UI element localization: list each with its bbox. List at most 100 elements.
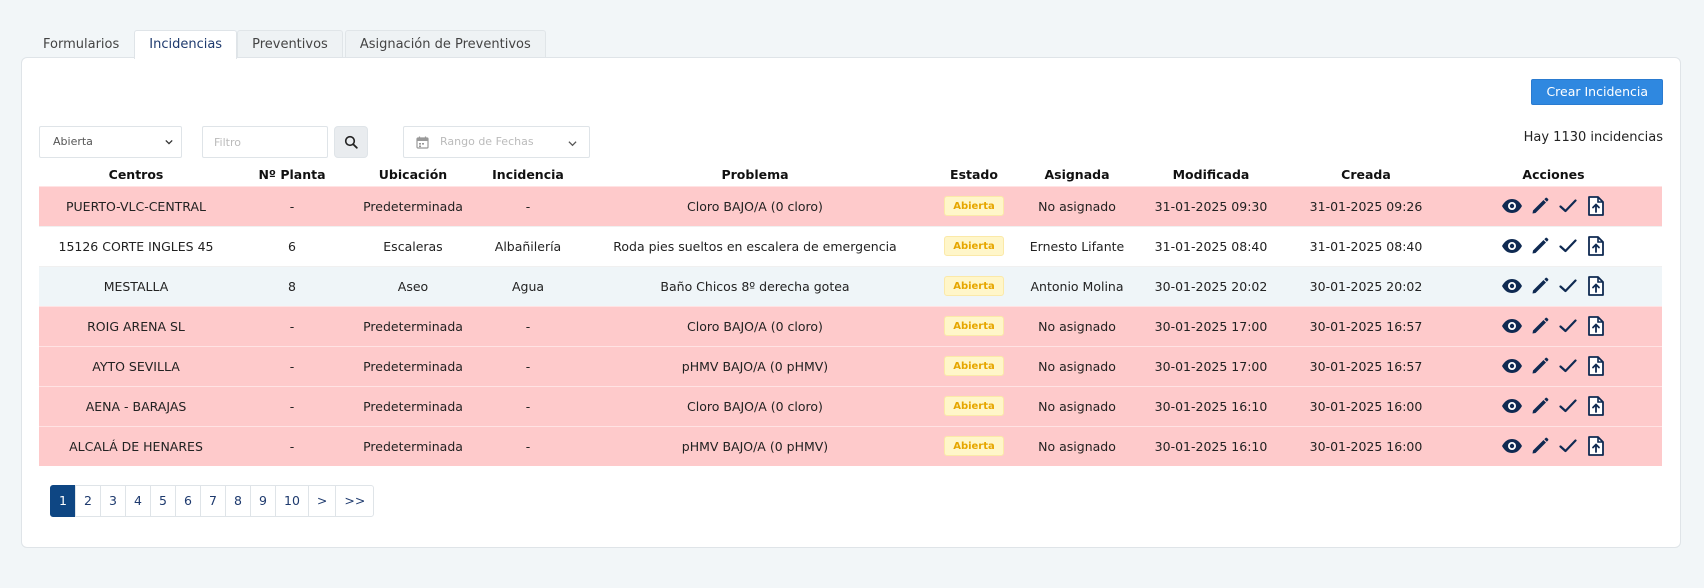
page-button[interactable]: 4 bbox=[125, 485, 151, 517]
tab-preventivos[interactable]: Preventivos bbox=[237, 30, 343, 58]
table-row[interactable]: ROIG ARENA SL - Predeterminada - Cloro B… bbox=[39, 305, 1662, 346]
cell-asignada: No asignado bbox=[1019, 345, 1135, 386]
cell-ubicacion: Escaleras bbox=[351, 225, 475, 266]
cell-estado: Abierta bbox=[929, 345, 1019, 386]
resolve-button[interactable] bbox=[1556, 355, 1579, 377]
resolve-button[interactable] bbox=[1556, 195, 1579, 217]
cell-centro: 15126 CORTE INGLES 45 bbox=[39, 225, 233, 266]
cell-planta: 8 bbox=[233, 265, 351, 306]
cell-problema: Roda pies sueltos en escalera de emergen… bbox=[581, 225, 929, 266]
view-button[interactable] bbox=[1500, 435, 1523, 457]
cell-centro: ALCALÁ DE HENARES bbox=[39, 425, 233, 466]
page-button[interactable]: 6 bbox=[175, 485, 201, 517]
column-header[interactable]: Asignada bbox=[1019, 166, 1135, 186]
upload-file-button[interactable] bbox=[1584, 275, 1607, 297]
column-header[interactable]: Nº Planta bbox=[233, 166, 351, 186]
edit-button[interactable] bbox=[1528, 195, 1551, 217]
resolve-button[interactable] bbox=[1556, 315, 1579, 337]
resolve-button[interactable] bbox=[1556, 275, 1579, 297]
column-header[interactable]: Estado bbox=[929, 166, 1019, 186]
edit-button[interactable] bbox=[1528, 355, 1551, 377]
cell-acciones bbox=[1445, 305, 1662, 346]
upload-file-button[interactable] bbox=[1584, 315, 1607, 337]
status-badge: Abierta bbox=[944, 356, 1004, 376]
file-upload-icon bbox=[1587, 196, 1604, 216]
row-actions bbox=[1500, 235, 1607, 257]
upload-file-button[interactable] bbox=[1584, 195, 1607, 217]
page-button[interactable]: 2 bbox=[75, 485, 101, 517]
check-icon bbox=[1558, 319, 1577, 333]
cell-creada: 30-01-2025 16:00 bbox=[1287, 425, 1445, 466]
check-icon bbox=[1558, 239, 1577, 253]
table-row[interactable]: AYTO SEVILLA - Predeterminada - pHMV BAJ… bbox=[39, 345, 1662, 386]
column-header[interactable]: Modificada bbox=[1135, 166, 1287, 186]
resolve-button[interactable] bbox=[1556, 235, 1579, 257]
cell-estado: Abierta bbox=[929, 185, 1019, 226]
incident-count: Hay 1130 incidencias bbox=[1523, 130, 1663, 145]
edit-button[interactable] bbox=[1528, 235, 1551, 257]
view-button[interactable] bbox=[1500, 275, 1523, 297]
row-actions bbox=[1500, 315, 1607, 337]
tab-incidencias[interactable]: Incidencias bbox=[134, 30, 238, 59]
date-range-picker[interactable]: Rango de Fechas bbox=[403, 126, 590, 158]
edit-button[interactable] bbox=[1528, 435, 1551, 457]
page-button[interactable]: 1 bbox=[50, 485, 76, 517]
upload-file-button[interactable] bbox=[1584, 435, 1607, 457]
column-header[interactable]: Problema bbox=[581, 166, 929, 186]
edit-button[interactable] bbox=[1528, 395, 1551, 417]
row-actions bbox=[1500, 195, 1607, 217]
cell-estado: Abierta bbox=[929, 265, 1019, 306]
page-button[interactable]: 10 bbox=[275, 485, 309, 517]
column-header[interactable]: Centros bbox=[39, 166, 233, 186]
filter-input[interactable] bbox=[202, 126, 328, 158]
eye-icon bbox=[1501, 439, 1522, 454]
status-badge: Abierta bbox=[944, 276, 1004, 296]
tab-formularios[interactable]: Formularios bbox=[28, 30, 134, 58]
cell-modificada: 30-01-2025 17:00 bbox=[1135, 305, 1287, 346]
cell-incidencia: - bbox=[475, 345, 581, 386]
cell-creada: 31-01-2025 08:40 bbox=[1287, 225, 1445, 266]
view-button[interactable] bbox=[1500, 395, 1523, 417]
column-header[interactable]: Creada bbox=[1287, 166, 1445, 186]
table-header-row: Centros Nº Planta Ubicación Incidencia P… bbox=[39, 166, 1662, 186]
edit-button[interactable] bbox=[1528, 275, 1551, 297]
page-button[interactable]: 5 bbox=[150, 485, 176, 517]
column-header[interactable]: Incidencia bbox=[475, 166, 581, 186]
page-button[interactable]: 9 bbox=[250, 485, 276, 517]
table-row[interactable]: ALCALÁ DE HENARES - Predeterminada - pHM… bbox=[39, 425, 1662, 466]
view-button[interactable] bbox=[1500, 315, 1523, 337]
check-icon bbox=[1558, 199, 1577, 213]
view-button[interactable] bbox=[1500, 235, 1523, 257]
tab-asignacion-preventivos[interactable]: Asignación de Preventivos bbox=[344, 30, 546, 58]
cell-problema: Cloro BAJO/A (0 cloro) bbox=[581, 185, 929, 226]
cell-creada: 31-01-2025 09:26 bbox=[1287, 185, 1445, 226]
view-button[interactable] bbox=[1500, 355, 1523, 377]
table-row[interactable]: MESTALLA 8 Aseo Agua Baño Chicos 8º dere… bbox=[39, 265, 1662, 306]
tab-bar: Formularios Incidencias Preventivos Asig… bbox=[28, 30, 546, 59]
cell-planta: 6 bbox=[233, 225, 351, 266]
view-button[interactable] bbox=[1500, 195, 1523, 217]
upload-file-button[interactable] bbox=[1584, 235, 1607, 257]
column-header[interactable]: Ubicación bbox=[351, 166, 475, 186]
row-actions bbox=[1500, 275, 1607, 297]
create-incidencia-button[interactable]: Crear Incidencia bbox=[1531, 79, 1663, 105]
cell-incidencia: Agua bbox=[475, 265, 581, 306]
edit-button[interactable] bbox=[1528, 315, 1551, 337]
next-page-button[interactable]: > bbox=[307, 485, 337, 517]
search-button[interactable] bbox=[334, 126, 368, 158]
page-button[interactable]: 7 bbox=[200, 485, 226, 517]
upload-file-button[interactable] bbox=[1584, 355, 1607, 377]
resolve-button[interactable] bbox=[1556, 435, 1579, 457]
cell-incidencia: - bbox=[475, 305, 581, 346]
upload-file-button[interactable] bbox=[1584, 395, 1607, 417]
page-button[interactable]: 3 bbox=[100, 485, 126, 517]
status-select[interactable]: Abierta bbox=[39, 126, 182, 158]
page-button[interactable]: 8 bbox=[225, 485, 251, 517]
pencil-icon bbox=[1532, 277, 1548, 294]
table-row[interactable]: 15126 CORTE INGLES 45 6 Escaleras Albañi… bbox=[39, 225, 1662, 266]
cell-modificada: 31-01-2025 09:30 bbox=[1135, 185, 1287, 226]
last-page-button[interactable]: >> bbox=[335, 485, 375, 517]
table-row[interactable]: AENA - BARAJAS - Predeterminada - Cloro … bbox=[39, 385, 1662, 426]
resolve-button[interactable] bbox=[1556, 395, 1579, 417]
table-row[interactable]: PUERTO-VLC-CENTRAL - Predeterminada - Cl… bbox=[39, 185, 1662, 226]
